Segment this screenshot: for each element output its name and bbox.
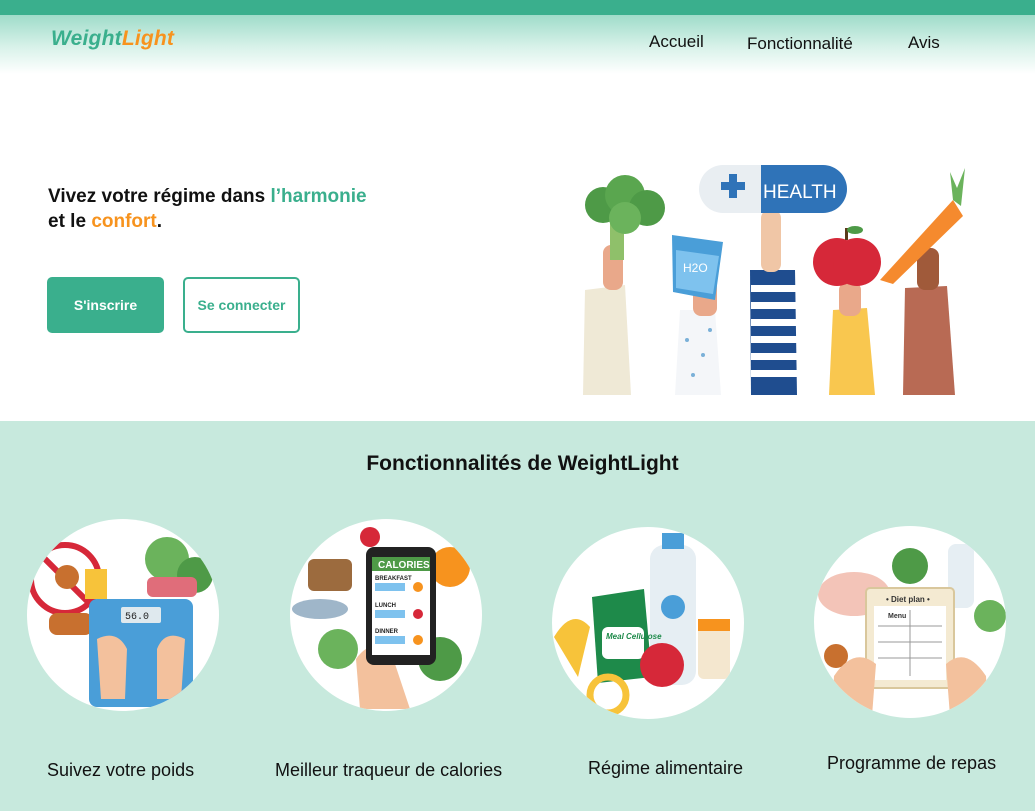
hero-line2-suffix: .	[156, 211, 163, 232]
features-title: Fonctionnalités de WeightLight	[366, 452, 679, 475]
feature-label-weight: Suivez votre poids	[47, 760, 195, 780]
hero-line1-prefix: Vivez votre régime dans	[48, 186, 271, 207]
calories-row-lunch: LUNCH	[375, 603, 396, 609]
carrot-icon	[880, 168, 965, 395]
hero-headline: Vivez votre régime dans l’harmonie et le…	[48, 184, 367, 234]
nav-avis[interactable]: Avis	[908, 33, 940, 53]
health-sign-text: HEALTH	[763, 182, 837, 203]
site-header: WeightLight Accueil Fonctionnalité Avis	[0, 15, 1035, 74]
scale-reading: 56.0	[125, 612, 149, 623]
calories-row-breakfast: BREAKFAST	[375, 576, 412, 582]
broccoli-icon	[583, 175, 665, 395]
login-button[interactable]: Se connecter	[183, 277, 300, 333]
diet-plan-title: • Diet plan •	[886, 595, 930, 604]
meal-plan-icon[interactable]: • Diet plan • Menu	[814, 526, 1006, 718]
water-glass-icon: H2O	[672, 235, 723, 395]
nav-fonctionnalite[interactable]: Fonctionnalité	[747, 34, 853, 54]
healthy-hands-svg: H2O HEALTH	[583, 165, 965, 395]
meal-bag-text: Meal Cellulose	[606, 632, 662, 641]
calorie-tracker-svg: CALORIES BREAKFAST LUNCH DINNER	[292, 527, 470, 709]
apple-icon	[813, 226, 881, 395]
signup-button[interactable]: S'inscrire	[47, 277, 164, 333]
water-label: H2O	[683, 261, 708, 275]
meal-plan-svg: • Diet plan • Menu	[818, 544, 1006, 716]
calories-row-dinner: DINNER	[375, 629, 399, 635]
diet-food-icon[interactable]: Meal Cellulose	[552, 527, 744, 719]
brand-logo-part1: Weight	[51, 27, 122, 50]
weight-scale-svg: 56.0	[28, 537, 213, 707]
nav-accueil[interactable]: Accueil	[649, 32, 704, 52]
weight-scale-icon[interactable]: 56.0	[27, 519, 219, 711]
diet-plan-menu: Menu	[888, 613, 906, 620]
top-accent-bar	[0, 0, 1035, 15]
feature-label-diet: Régime alimentaire	[588, 758, 744, 778]
feature-label-calories: Meilleur traqueur de calories	[275, 760, 503, 780]
brand-logo[interactable]: WeightLight	[51, 27, 174, 51]
calorie-tracker-icon[interactable]: CALORIES BREAKFAST LUNCH DINNER	[290, 519, 482, 711]
healthy-hands-illustration: H2O HEALTH	[575, 160, 975, 395]
feature-label-meal-plan: Programme de repas	[827, 753, 997, 773]
hero-line2-prefix: et le	[48, 211, 92, 232]
diet-food-svg: Meal Cellulose	[554, 533, 730, 717]
hero-line1-highlight: l’harmonie	[270, 186, 367, 207]
brand-logo-part2: Light	[121, 27, 175, 50]
features-section: Fonctionnalités de WeightLight 56.0 Suiv…	[0, 421, 1035, 811]
calories-screen-title: CALORIES	[378, 560, 430, 571]
hero-line2-highlight: confort	[91, 211, 157, 232]
